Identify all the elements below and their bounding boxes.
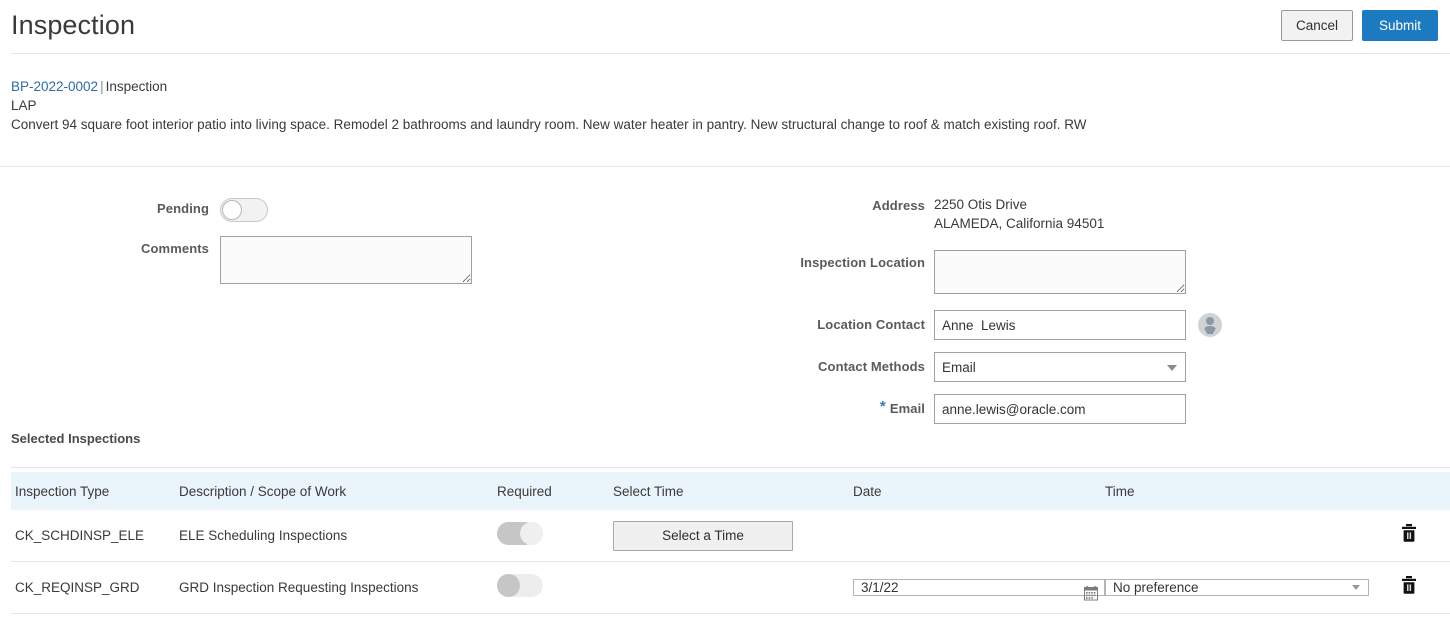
inspection-location-textarea[interactable] — [934, 250, 1186, 294]
cell-required — [497, 521, 613, 550]
cell-select-time: Select a Time — [613, 520, 853, 551]
email-label: * Email — [700, 394, 934, 424]
required-asterisk-icon: * — [879, 398, 886, 415]
cell-time: No preference — [1105, 578, 1369, 597]
avatar-body-shape — [1203, 326, 1217, 334]
column-header-description: Description / Scope of Work — [179, 483, 347, 499]
column-header-required: Required — [497, 483, 552, 499]
address-label: Address — [872, 198, 925, 213]
selected-inspections-title: Selected Inspections — [11, 431, 141, 446]
field-pending: Pending — [0, 198, 500, 222]
address-line-1: 2250 Otis Drive — [934, 197, 1028, 212]
pending-toggle-knob — [222, 200, 242, 220]
cell-required — [497, 573, 613, 602]
required-toggle[interactable] — [497, 521, 543, 545]
field-email: * Email — [700, 394, 1186, 424]
selected-inspections-table: Inspection Type Description / Scope of W… — [11, 472, 1450, 614]
cell-description: ELE Scheduling Inspections — [179, 528, 348, 543]
select-a-time-button[interactable]: Select a Time — [613, 520, 793, 551]
table-row: CK_REQINSP_GRD GRD Inspection Requesting… — [11, 562, 1450, 614]
field-comments: Comments — [0, 236, 500, 284]
address-value: 2250 Otis Drive ALAMEDA, California 9450… — [934, 194, 1104, 233]
cell-inspection-type: CK_REQINSP_GRD — [15, 580, 140, 595]
pending-label: Pending — [157, 201, 209, 216]
comments-textarea[interactable] — [220, 236, 472, 284]
person-avatar-icon[interactable] — [1198, 313, 1222, 337]
required-toggle-knob — [520, 521, 543, 545]
header-divider — [11, 53, 1450, 54]
column-header-select-time: Select Time — [613, 483, 684, 499]
breadcrumb-separator: | — [100, 79, 104, 94]
breadcrumb: BP-2022-0002 | Inspection — [11, 77, 1087, 96]
permit-number-link[interactable]: BP-2022-0002 — [11, 79, 98, 94]
address-line-2: ALAMEDA, California 94501 — [934, 216, 1105, 231]
contact-methods-select-wrap: Email — [934, 352, 1186, 382]
comments-label: Comments — [141, 241, 209, 256]
date-field-wrap — [853, 578, 1105, 600]
header-actions: Cancel Submit — [1280, 10, 1438, 41]
page-header: Inspection Cancel Submit — [0, 0, 1450, 54]
location-contact-input[interactable] — [934, 310, 1186, 340]
location-contact-label: Location Contact — [817, 317, 925, 332]
required-toggle-knob — [497, 573, 520, 597]
section-divider — [0, 166, 1450, 167]
email-input[interactable] — [934, 394, 1186, 424]
record-code: LAP — [11, 98, 37, 113]
field-location-contact: Location Contact — [700, 310, 1222, 340]
cell-actions — [1369, 576, 1449, 599]
contact-methods-select[interactable]: Email — [934, 352, 1186, 382]
required-toggle[interactable] — [497, 573, 543, 597]
field-inspection-location: Inspection Location — [700, 250, 1186, 294]
pending-toggle[interactable] — [220, 198, 268, 222]
record-type-label: Inspection — [105, 79, 168, 94]
record-description: Convert 94 square foot interior patio in… — [11, 117, 1087, 132]
cell-actions — [1369, 524, 1449, 547]
table-row: CK_SCHDINSP_ELE ELE Scheduling Inspectio… — [11, 510, 1450, 562]
contact-methods-label: Contact Methods — [818, 359, 925, 374]
cancel-button[interactable]: Cancel — [1280, 10, 1353, 41]
table-header-row: Inspection Type Description / Scope of W… — [11, 472, 1450, 510]
avatar-head-shape — [1206, 317, 1214, 325]
date-input[interactable] — [853, 578, 1105, 596]
column-header-inspection-type: Inspection Type — [15, 483, 110, 499]
field-contact-methods: Contact Methods Email — [700, 352, 1186, 382]
page-title: Inspection — [11, 10, 136, 40]
time-select-wrap: No preference — [1105, 578, 1369, 596]
inspection-location-label: Inspection Location — [800, 255, 925, 270]
time-preference-select[interactable]: No preference — [1105, 578, 1369, 596]
column-header-time: Time — [1105, 483, 1135, 499]
trash-icon[interactable] — [1401, 576, 1417, 594]
cell-inspection-type: CK_SCHDINSP_ELE — [15, 528, 145, 543]
cell-description: GRD Inspection Requesting Inspections — [179, 580, 419, 595]
trash-icon[interactable] — [1401, 524, 1417, 542]
field-address: Address 2250 Otis Drive ALAMEDA, Califor… — [700, 194, 1104, 233]
cell-date — [853, 578, 1105, 600]
email-label-text: Email — [889, 401, 925, 416]
table-top-divider — [11, 467, 1450, 468]
column-header-date: Date — [853, 483, 882, 499]
submit-button[interactable]: Submit — [1362, 10, 1438, 41]
record-summary: BP-2022-0002 | Inspection LAP Convert 94 s… — [11, 77, 1087, 134]
